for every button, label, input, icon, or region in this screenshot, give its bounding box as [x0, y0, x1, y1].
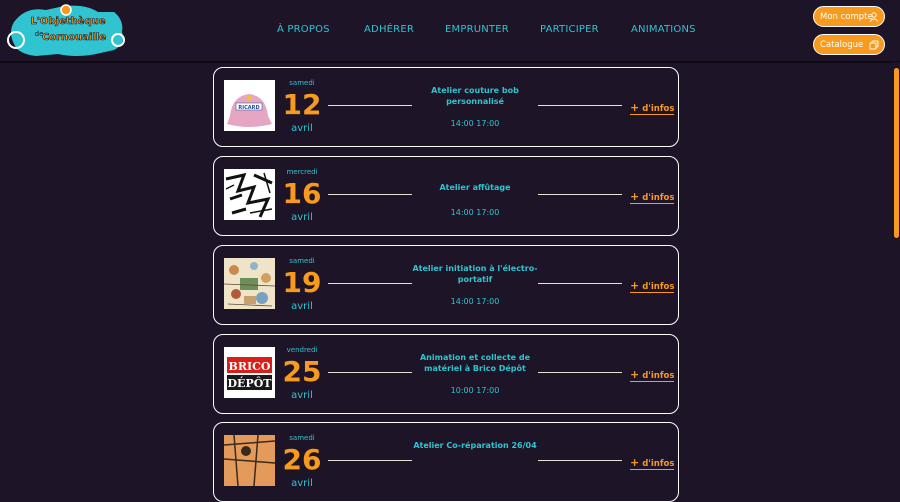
event-weekday: samedi	[289, 257, 315, 265]
event-time: 14:00 17:00	[450, 119, 500, 128]
more-info-label: d'infos	[642, 104, 675, 114]
event-weekday: mercredi	[286, 168, 318, 176]
more-info-link[interactable]: + d'infos	[630, 368, 675, 382]
nav-animations[interactable]: ANIMATIONS	[631, 24, 696, 35]
thumb-brand-top: BRICO	[229, 360, 271, 373]
event-title[interactable]: Atelier initiation à l'électro-portatif	[412, 263, 538, 285]
divider	[328, 372, 412, 373]
event-month: avril	[291, 390, 313, 401]
divider	[538, 105, 622, 106]
event-card[interactable]: RICARD samedi 12 avril Atelier couture b…	[213, 67, 679, 147]
event-title[interactable]: Atelier couture bob personnalisé	[412, 85, 538, 107]
event-weekday: samedi	[289, 79, 315, 87]
more-info-label: d'infos	[642, 371, 675, 381]
event-weekday: samedi	[289, 434, 315, 442]
thumb-brand-bottom: DÉPÔT	[228, 376, 273, 390]
plus-icon: +	[630, 101, 640, 114]
event-thumbnail: BRICO DÉPÔT	[224, 347, 275, 398]
plus-icon: +	[630, 190, 640, 203]
event-title[interactable]: Animation et collecte de matériel à Bric…	[412, 352, 538, 374]
more-info-label: d'infos	[642, 282, 675, 292]
logo-home-link[interactable]: L'Objethèque de Cornouaille	[6, 2, 128, 60]
event-day: 12	[282, 88, 322, 121]
divider	[328, 194, 412, 195]
nav-participer[interactable]: PARTICIPER	[540, 24, 599, 35]
logo-line3: Cornouaille	[42, 32, 106, 43]
divider	[538, 372, 622, 373]
thumb-brand-text: RICARD	[238, 105, 259, 111]
event-title[interactable]: Atelier Co-réparation 26/04	[412, 440, 538, 451]
site-header: L'Objethèque de Cornouaille À PROPOS ADH…	[0, 0, 900, 63]
event-month: avril	[291, 123, 313, 134]
event-day: 25	[282, 355, 322, 388]
divider	[538, 460, 622, 461]
more-info-link[interactable]: + d'infos	[630, 456, 675, 470]
event-time: 14:00 17:00	[450, 208, 500, 217]
event-thumbnail	[224, 169, 275, 220]
event-card[interactable]: mercredi 16 avril Atelier affûtage 14:00…	[213, 156, 679, 236]
event-day: 26	[282, 443, 322, 476]
event-time: 14:00 17:00	[450, 297, 500, 306]
copy-icon	[869, 40, 879, 50]
event-card[interactable]: samedi 19 avril Atelier initiation à l'é…	[213, 245, 679, 325]
scrollbar-thumb[interactable]	[894, 68, 899, 238]
nav-emprunter[interactable]: EMPRUNTER	[445, 24, 509, 35]
event-day: 16	[282, 177, 322, 210]
event-thumbnail	[224, 258, 275, 309]
divider	[328, 283, 412, 284]
account-button[interactable]: Mon compte	[813, 6, 885, 27]
event-month: avril	[291, 212, 313, 223]
event-weekday: vendredi	[286, 346, 318, 354]
logo-line1: L'Objethèque	[30, 15, 105, 27]
plus-icon: +	[630, 456, 640, 469]
nav-a-propos[interactable]: À PROPOS	[277, 24, 330, 35]
plus-icon: +	[630, 368, 640, 381]
event-time: 10:00 17:00	[450, 386, 500, 395]
account-button-label: Mon compte	[820, 12, 873, 22]
catalogue-button-label: Catalogue	[820, 40, 864, 50]
event-month: avril	[291, 301, 313, 312]
divider	[328, 460, 412, 461]
divider	[538, 194, 622, 195]
divider	[538, 283, 622, 284]
nav-adherer[interactable]: ADHÉRER	[364, 24, 414, 35]
more-info-link[interactable]: + d'infos	[630, 279, 675, 293]
event-month: avril	[291, 478, 313, 489]
event-card[interactable]: BRICO DÉPÔT vendredi 25 avril Animation …	[213, 334, 679, 414]
event-title[interactable]: Atelier affûtage	[412, 182, 538, 193]
event-thumbnail	[224, 435, 275, 486]
catalogue-button[interactable]: Catalogue	[813, 34, 885, 55]
more-info-link[interactable]: + d'infos	[630, 190, 675, 204]
event-day: 19	[282, 266, 322, 299]
more-info-label: d'infos	[642, 193, 675, 203]
divider	[328, 105, 412, 106]
event-thumbnail: RICARD	[224, 80, 275, 131]
plus-icon: +	[630, 279, 640, 292]
more-info-label: d'infos	[642, 459, 675, 469]
more-info-link[interactable]: + d'infos	[630, 101, 675, 115]
event-card[interactable]: samedi 26 avril Atelier Co-réparation 26…	[213, 422, 679, 502]
user-icon	[869, 12, 879, 22]
